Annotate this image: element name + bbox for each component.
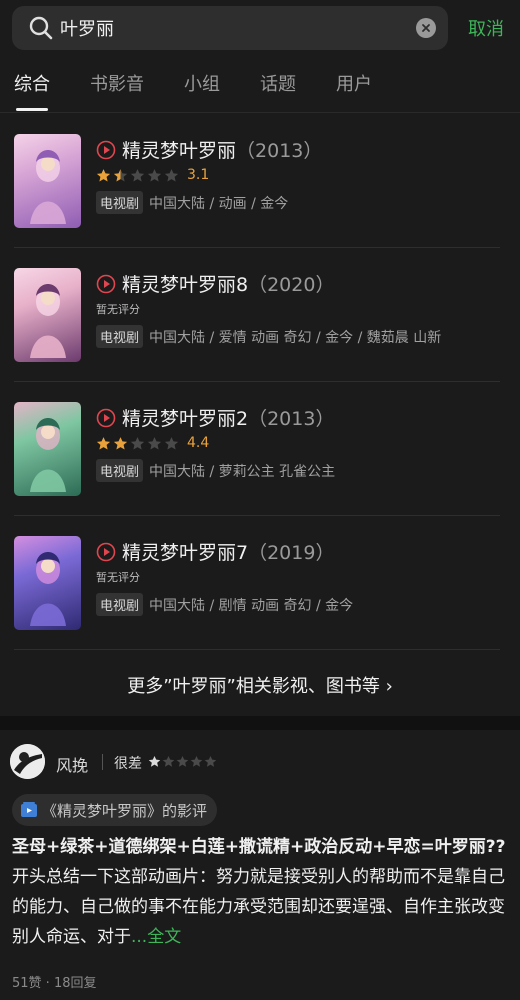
review-star-icon [148, 755, 161, 767]
rating-star-icon [96, 168, 111, 181]
tab-bar: 综合 书影音 小组 话题 用户 [14, 70, 412, 111]
meta-info: 中国大陆 / 爱情 动画 奇幻 / 金今 / 魏茹晨 山新 [149, 329, 442, 346]
rating-row: 3.1 [96, 167, 209, 183]
rating-score: 3.1 [187, 167, 210, 183]
tab-4[interactable]: 用户 [336, 70, 372, 110]
review-excerpt[interactable]: 圣母+绿茶+道德绑架+白莲+撒谎精+政治反动+早恋=叶罗丽?? 开头总结一下这部… [12, 832, 508, 952]
more-results-link[interactable]: 更多”叶罗丽”相关影视、图书等 › [0, 672, 520, 698]
item-divider [14, 381, 500, 382]
meta-info: 中国大陆 / 剧情 动画 奇幻 / 金今 [149, 597, 354, 614]
result-year: （2020） [248, 274, 335, 296]
rating-star-icon [147, 436, 162, 449]
rating-stars [96, 436, 181, 451]
tab-1[interactable]: 书影音 [90, 70, 144, 110]
rating-star-icon [147, 168, 162, 181]
review-star-icon [162, 755, 175, 767]
section-divider [0, 716, 520, 730]
result-title-text: 精灵梦叶罗丽8 [122, 274, 249, 296]
play-icon [96, 408, 116, 428]
rating-star-icon [113, 168, 128, 181]
result-title-text: 精灵梦叶罗丽2 [122, 408, 249, 430]
no-rating-text: 暂无评分 [96, 571, 140, 584]
item-divider [14, 649, 500, 650]
review-star-icon [204, 755, 217, 767]
meta-row: 电视剧 中国大陆 / 爱情 动画 奇幻 / 金今 / 魏茹晨 山新 [96, 325, 441, 348]
tab-2[interactable]: 小组 [184, 70, 220, 110]
search-icon [29, 16, 53, 40]
meta-info: 中国大陆 / 萝莉公主 孔雀公主 [149, 463, 336, 480]
read-more-link[interactable]: ...全文 [131, 927, 181, 947]
rating-star-icon [96, 436, 111, 449]
review-star-icon [176, 755, 189, 767]
video-icon [21, 802, 37, 817]
result-title-text: 精灵梦叶罗丽 [122, 140, 237, 162]
rating-row: 4.4 [96, 435, 209, 451]
review-headline: 圣母+绿茶+道德绑架+白莲+撒谎精+政治反动+早恋=叶罗丽?? [12, 837, 506, 857]
rating-star-icon [130, 436, 145, 449]
rating-score: 4.4 [187, 435, 210, 451]
result-title[interactable]: 精灵梦叶罗丽（2013） [122, 136, 322, 163]
result-year: （2019） [248, 542, 335, 564]
rating-star-icon [164, 168, 179, 181]
play-icon [96, 140, 116, 160]
avatar[interactable] [10, 744, 45, 779]
result-year: （2013） [248, 408, 335, 430]
review-source-text: 《精灵梦叶罗丽》的影评 [42, 801, 208, 820]
poster-image[interactable] [14, 134, 81, 228]
search-bar[interactable] [12, 6, 448, 50]
cancel-button[interactable]: 取消 [468, 15, 504, 41]
rating-row: 暂无评分 [96, 569, 140, 585]
divider [102, 754, 103, 770]
tab-0[interactable]: 综合 [14, 70, 50, 111]
review-source-chip[interactable]: 《精灵梦叶罗丽》的影评 [12, 794, 218, 826]
no-rating-text: 暂无评分 [96, 303, 140, 316]
review-stats: 51赞 · 18回复 [12, 976, 97, 991]
type-badge: 电视剧 [96, 593, 144, 616]
poster-image[interactable] [14, 536, 81, 630]
rating-star-icon [164, 436, 179, 449]
result-title[interactable]: 精灵梦叶罗丽8（2020） [122, 270, 334, 297]
tabs-divider [0, 112, 520, 113]
meta-row: 电视剧 中国大陆 / 剧情 动画 奇幻 / 金今 [96, 593, 353, 616]
poster-image[interactable] [14, 268, 81, 362]
clear-icon[interactable] [416, 18, 436, 38]
rating-star-icon [113, 436, 128, 449]
type-badge: 电视剧 [96, 325, 144, 348]
rating-star-icon [130, 168, 145, 181]
review-star-icon [190, 755, 203, 767]
tab-3[interactable]: 话题 [260, 70, 296, 110]
result-title[interactable]: 精灵梦叶罗丽7（2019） [122, 538, 334, 565]
rating-stars [96, 168, 181, 183]
item-divider [14, 515, 500, 516]
review-stars [148, 755, 218, 768]
reviewer-name[interactable]: 风挽 [56, 752, 88, 776]
meta-row: 电视剧 中国大陆 / 萝莉公主 孔雀公主 [96, 459, 335, 482]
play-icon [96, 542, 116, 562]
item-divider [14, 247, 500, 248]
meta-row: 电视剧 中国大陆 / 动画 / 金今 [96, 191, 288, 214]
poster-image[interactable] [14, 402, 81, 496]
rating-row: 暂无评分 [96, 301, 140, 317]
search-input[interactable] [60, 17, 416, 39]
result-title-text: 精灵梦叶罗丽7 [122, 542, 249, 564]
review-rating-label: 很差 [114, 756, 142, 772]
type-badge: 电视剧 [96, 191, 144, 214]
meta-info: 中国大陆 / 动画 / 金今 [149, 195, 289, 212]
result-year: （2013） [236, 140, 323, 162]
result-title[interactable]: 精灵梦叶罗丽2（2013） [122, 404, 334, 431]
review-text: 开头总结一下这部动画片：努力就是接受别人的帮助而不是靠自己的能力、自己做的事不在… [12, 867, 505, 947]
play-icon [96, 274, 116, 294]
type-badge: 电视剧 [96, 459, 144, 482]
